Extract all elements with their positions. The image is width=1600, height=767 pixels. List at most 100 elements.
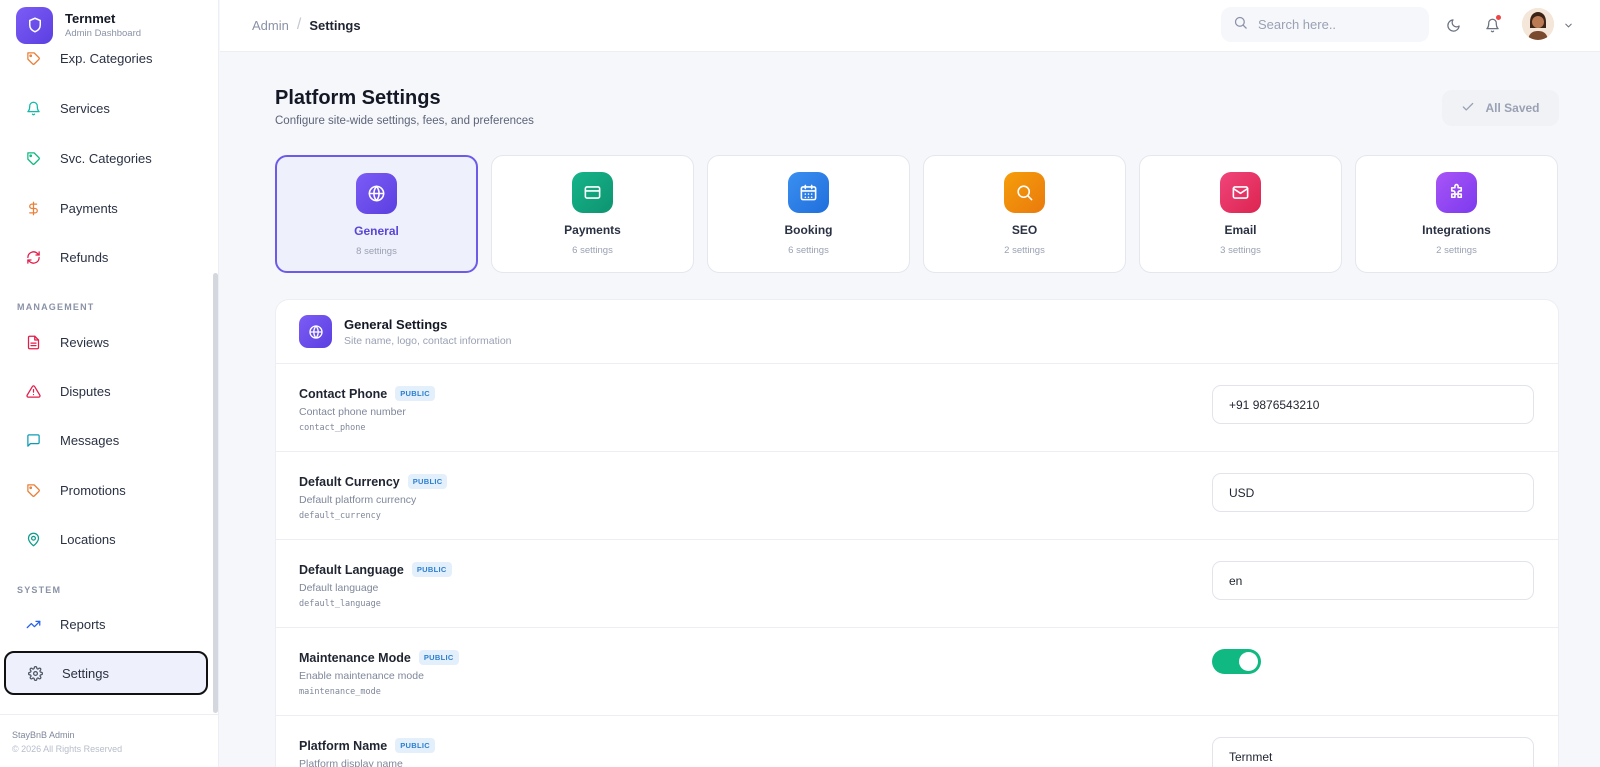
sidebar-item-label: Reports xyxy=(60,616,106,632)
breadcrumb: Admin / Settings xyxy=(252,16,361,34)
tag-icon xyxy=(24,49,42,67)
alert-triangle-icon xyxy=(24,382,42,400)
breadcrumb-separator: / xyxy=(296,16,302,33)
category-card-email[interactable]: Email 3 settings xyxy=(1139,155,1342,273)
brand-name: Ternmet xyxy=(65,11,116,26)
category-name: Booking xyxy=(784,223,833,237)
dollar-icon xyxy=(24,199,42,217)
category-name: General xyxy=(354,224,399,238)
notification-bell-icon[interactable] xyxy=(1482,14,1502,35)
setting-key: maintenance_mode xyxy=(299,687,381,697)
notification-dot xyxy=(1495,14,1502,21)
setting-description: Default language xyxy=(299,582,379,594)
avatar[interactable] xyxy=(1522,8,1554,40)
setting-description: Contact phone number xyxy=(299,406,406,418)
check-icon xyxy=(1461,100,1475,117)
platform-name-input[interactable] xyxy=(1212,737,1534,767)
setting-name: Default Language xyxy=(299,562,404,577)
setting-name: Platform Name xyxy=(299,738,388,753)
chevron-down-icon[interactable] xyxy=(1561,15,1575,35)
category-name: SEO xyxy=(1011,223,1038,237)
all-saved-button[interactable]: All Saved xyxy=(1442,90,1559,126)
sidebar-item-label: Svc. Categories xyxy=(60,150,152,166)
public-badge: PUBLIC xyxy=(418,650,459,665)
sidebar-item-svc-categories[interactable]: Svc. Categories xyxy=(4,136,208,180)
sidebar-item-label: Locations xyxy=(60,531,116,547)
sidebar-scrollbar[interactable] xyxy=(213,273,218,713)
sidebar-item-locations[interactable]: Locations xyxy=(4,517,208,561)
search-icon xyxy=(1004,172,1045,213)
page-subtitle: Configure site-wide settings, fees, and … xyxy=(275,115,534,127)
search-input[interactable] xyxy=(1258,17,1408,32)
default-currency-input[interactable] xyxy=(1212,473,1534,512)
calendar-icon xyxy=(788,172,829,213)
sidebar-item-label: Messages xyxy=(60,432,120,448)
sidebar-item-label: Promotions xyxy=(60,482,126,498)
sidebar-item-settings[interactable]: Settings xyxy=(4,651,208,695)
breadcrumb-current: Settings xyxy=(309,17,361,33)
contact-phone-input[interactable] xyxy=(1212,385,1534,424)
category-count: 2 settings xyxy=(1436,245,1477,256)
page-title: Platform Settings xyxy=(275,87,441,109)
public-badge: PUBLIC xyxy=(411,562,452,577)
panel-subtitle: Site name, logo, contact information xyxy=(344,334,512,347)
setting-row-default-currency: Default Currency PUBLIC Default platform … xyxy=(276,452,1558,540)
sidebar-item-reviews[interactable]: Reviews xyxy=(4,320,208,364)
category-count: 8 settings xyxy=(356,246,397,257)
category-count: 6 settings xyxy=(788,245,829,256)
category-card-seo[interactable]: SEO 2 settings xyxy=(923,155,1126,273)
toggle-knob xyxy=(1239,652,1258,671)
search-box[interactable] xyxy=(1221,7,1429,42)
all-saved-label: All Saved xyxy=(1485,101,1540,115)
default-language-input[interactable] xyxy=(1212,561,1534,600)
sidebar-item-services[interactable]: Services xyxy=(4,86,208,130)
sidebar-item-disputes[interactable]: Disputes xyxy=(4,369,208,413)
refresh-icon xyxy=(24,248,42,266)
moon-icon[interactable] xyxy=(1443,15,1463,35)
globe-icon xyxy=(356,173,397,214)
category-count: 3 settings xyxy=(1220,245,1261,256)
divider xyxy=(0,714,219,715)
sidebar-item-refunds[interactable]: Refunds xyxy=(4,235,208,279)
sidebar: Ternmet Admin Dashboard Exp. Categories … xyxy=(0,0,219,767)
maintenance-mode-toggle[interactable] xyxy=(1212,649,1261,674)
category-name: Integrations xyxy=(1422,223,1491,237)
setting-key: default_language xyxy=(299,599,381,609)
panel-header: General Settings Site name, logo, contac… xyxy=(276,300,1558,364)
category-name: Payments xyxy=(564,223,621,237)
setting-description: Enable maintenance mode xyxy=(299,670,424,682)
category-card-integrations[interactable]: Integrations 2 settings xyxy=(1355,155,1558,273)
sidebar-item-label: Disputes xyxy=(60,383,111,399)
public-badge: PUBLIC xyxy=(395,386,435,401)
setting-description: Default platform currency xyxy=(299,494,417,506)
section-label-management: MANAGEMENT xyxy=(17,302,95,312)
breadcrumb-root[interactable]: Admin xyxy=(252,18,289,33)
category-count: 6 settings xyxy=(572,245,613,256)
globe-icon xyxy=(299,315,332,348)
category-name: Email xyxy=(1224,223,1257,237)
gear-icon xyxy=(26,664,44,682)
sidebar-item-payments[interactable]: Payments xyxy=(4,186,208,230)
footer-copyright: © 2026 All Rights Reserved xyxy=(12,744,123,754)
tag-icon xyxy=(24,481,42,499)
setting-key: contact_phone xyxy=(299,423,366,433)
sidebar-item-label: Refunds xyxy=(60,249,109,265)
map-pin-icon xyxy=(24,530,42,548)
sidebar-item-messages[interactable]: Messages xyxy=(4,418,208,462)
sidebar-item-exp-categories[interactable]: Exp. Categories xyxy=(4,36,208,80)
sidebar-item-label: Settings xyxy=(62,665,109,681)
sidebar-item-reports[interactable]: Reports xyxy=(4,602,208,646)
setting-key: default_currency xyxy=(299,511,381,521)
category-card-general[interactable]: General 8 settings xyxy=(275,155,478,273)
sidebar-item-label: Payments xyxy=(60,200,118,216)
category-card-booking[interactable]: Booking 6 settings xyxy=(707,155,910,273)
footer-app-name: StayBnB Admin xyxy=(12,730,75,740)
tag-icon xyxy=(24,149,42,167)
message-icon xyxy=(24,431,42,449)
setting-row-default-language: Default Language PUBLIC Default language … xyxy=(276,540,1558,628)
setting-name: Maintenance Mode xyxy=(299,650,411,665)
top-bar: Admin / Settings xyxy=(220,0,1600,52)
category-card-payments[interactable]: Payments 6 settings xyxy=(491,155,694,273)
sidebar-item-promotions[interactable]: Promotions xyxy=(4,468,208,512)
sidebar-item-label: Reviews xyxy=(60,334,110,350)
